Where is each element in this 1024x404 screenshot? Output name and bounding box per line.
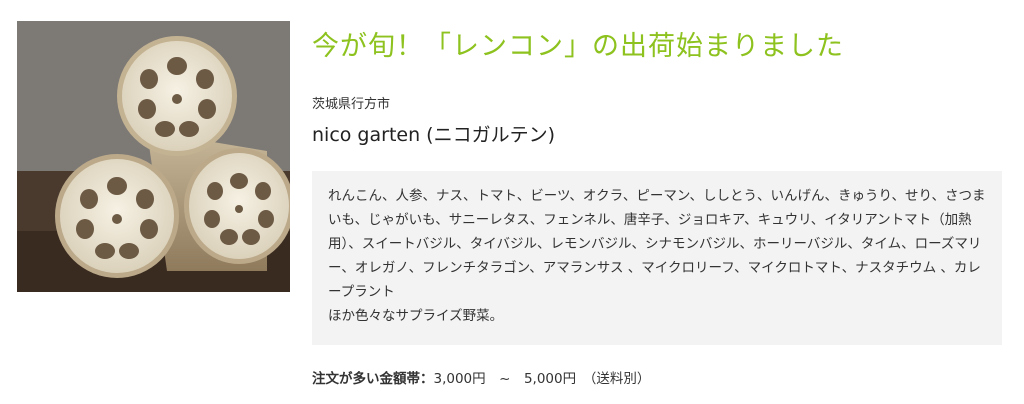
price-label: 注文が多い金額帯： [312, 371, 434, 387]
vegetable-list: れんこん、人参、ナス、トマト、ビーツ、オクラ、ピーマン、ししとう、いんげん、きゅ… [328, 188, 986, 300]
price-value: 3,000円 ~ 5,000円 （送料別） [433, 371, 651, 387]
lotus-root-image [17, 21, 290, 292]
farm-name: nico garten (ニコガルテン) [312, 124, 555, 146]
vegetable-list-extra: ほか色々なサプライズ野菜。 [328, 308, 504, 324]
location-label: 茨城県行方市 [312, 97, 391, 112]
headline: 今が旬！「レンコン」の出荷始まりました [312, 31, 844, 62]
vegetable-list-box: れんこん、人参、ナス、トマト、ビーツ、オクラ、ピーマン、ししとう、いんげん、きゅ… [312, 171, 1002, 345]
product-photo [17, 21, 290, 292]
price-range: 注文が多い金額帯：3,000円 ~ 5,000円 （送料別） [312, 367, 650, 387]
